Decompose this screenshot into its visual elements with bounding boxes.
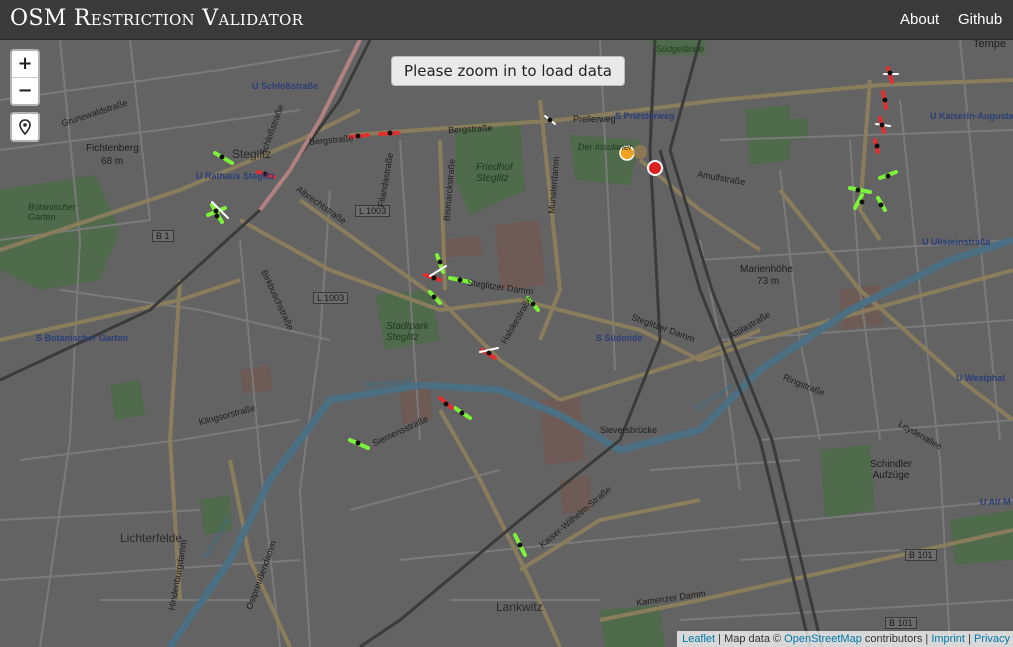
privacy-link[interactable]: Privacy [974,633,1010,645]
leaflet-link[interactable]: Leaflet [682,633,715,645]
zoom-out-button[interactable]: − [12,78,38,104]
github-link[interactable]: Github [958,11,1002,28]
locate-button[interactable] [10,112,40,142]
attribution-text: | Map data © [715,633,785,645]
zoom-in-button[interactable]: + [12,51,38,78]
marker-cluster [633,145,647,159]
landuse-areas [240,220,882,514]
warning-marker [619,145,635,161]
imprint-link[interactable]: Imprint [931,633,965,645]
navbar: OSM Restriction Validator About Github [0,0,1013,40]
zoom-control: + − [10,49,40,106]
map-tiles [0,40,1013,647]
app-title[interactable]: OSM Restriction Validator [10,6,303,31]
subway-line [258,40,362,212]
attribution-text: contributors | [861,633,932,645]
map-attribution: Leaflet | Map data © OpenStreetMap contr… [677,631,1013,647]
error-marker [647,160,663,176]
zoom-in-message: Please zoom in to load data [391,56,625,86]
about-link[interactable]: About [900,11,939,28]
map-view[interactable]: U Schloßstraße U Rathaus Steglitz Stegli… [0,40,1013,647]
map-pin-icon [19,119,31,135]
attribution-separator: | [964,633,974,645]
teltowkanal-water [167,236,1013,647]
openstreetmap-link[interactable]: OpenStreetMap [784,633,862,645]
